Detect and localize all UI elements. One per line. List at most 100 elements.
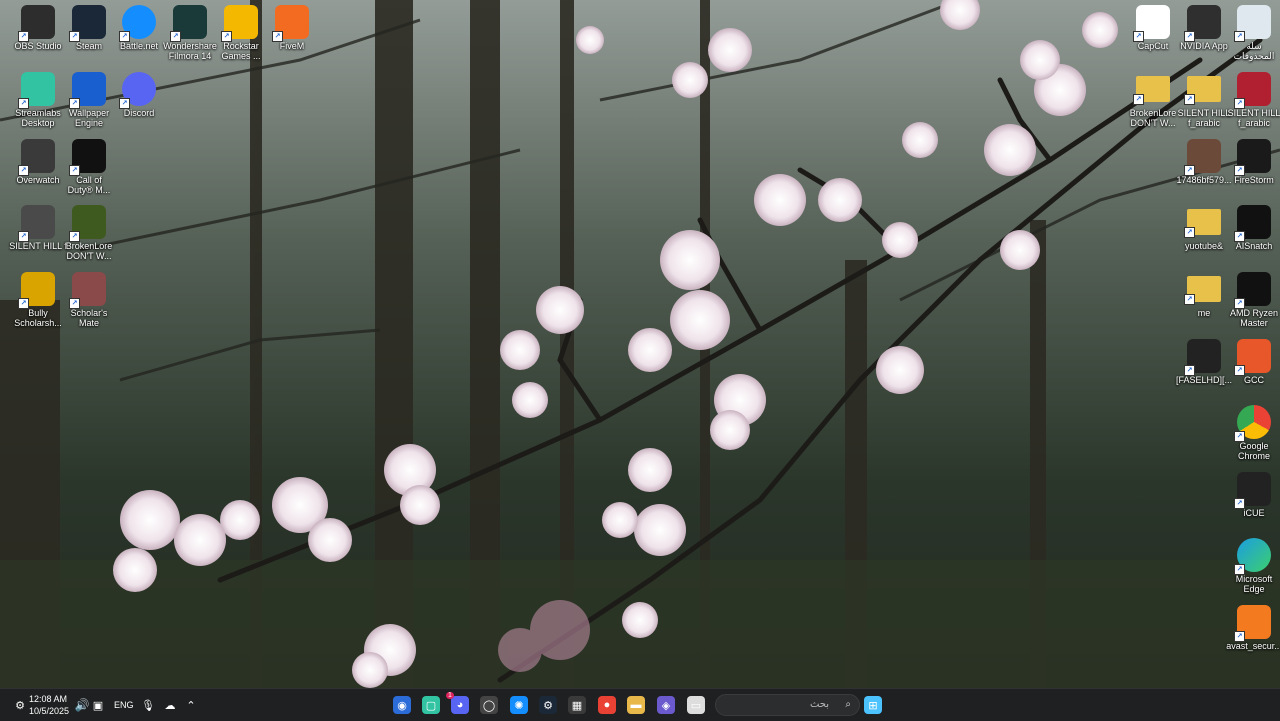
shortcut-arrow-icon: ↗ bbox=[272, 31, 283, 42]
right-icon-16[interactable]: ↗ Microsoft Edge bbox=[1225, 538, 1280, 594]
shortcut-arrow-icon: ↗ bbox=[1184, 294, 1195, 305]
left-icon-10[interactable]: ↗ Call of Duty® M... bbox=[60, 139, 118, 195]
taskbar-chrome-icon[interactable]: ● bbox=[598, 696, 616, 714]
search-placeholder: بحث bbox=[809, 699, 829, 710]
shortcut-arrow-icon: ↗ bbox=[1234, 298, 1245, 309]
icon-label: GCC bbox=[1244, 375, 1264, 385]
image-file-icon: ↗ bbox=[1184, 139, 1221, 176]
shortcut-arrow-icon: ↗ bbox=[1234, 564, 1245, 575]
shortcut-arrow-icon: ↗ bbox=[69, 31, 80, 42]
taskbar-overwatch-icon[interactable]: ◯ bbox=[480, 696, 498, 714]
icon-label: iCUE bbox=[1243, 508, 1265, 518]
nvidia-icon: ↗ bbox=[1184, 5, 1221, 42]
right-icon-5[interactable]: ↗ SILENT HILL f_arabic bbox=[1225, 72, 1280, 128]
shortcut-arrow-icon: ↗ bbox=[1234, 165, 1245, 176]
rockstar-icon: ↗ bbox=[221, 5, 258, 42]
shortcut-arrow-icon: ↗ bbox=[1234, 431, 1245, 442]
taskbar-steam-icon[interactable]: ⚙ bbox=[539, 696, 557, 714]
right-icon-2[interactable]: ↗ سلة المحذوفات bbox=[1225, 5, 1280, 61]
shortcut-arrow-icon: ↗ bbox=[69, 165, 80, 176]
filmora-icon: ↗ bbox=[170, 5, 207, 42]
shortcut-arrow-icon: ↗ bbox=[1184, 365, 1195, 376]
search-icon: ⌕ bbox=[845, 699, 851, 710]
shortcut-arrow-icon: ↗ bbox=[170, 31, 181, 42]
settings-icon[interactable]: ⚙ bbox=[10, 695, 30, 715]
shortcut-arrow-icon: ↗ bbox=[69, 98, 80, 109]
right-icon-9[interactable]: ↗ AISnatch bbox=[1225, 205, 1280, 251]
icon-label: سلة المحذوفات bbox=[1233, 41, 1275, 61]
firestorm-icon: ↗ bbox=[1234, 139, 1271, 176]
taskbar-battlenet-icon[interactable]: ✺ bbox=[510, 696, 528, 714]
taskbar-capcut-icon[interactable]: ◈ bbox=[657, 696, 675, 714]
tray-expand-chevron-icon[interactable]: ⌃ bbox=[181, 695, 201, 715]
clock-time[interactable]: 12:08 AM bbox=[29, 694, 67, 704]
right-icon-14[interactable]: ↗ Google Chrome bbox=[1225, 405, 1280, 461]
taskbar-streamlabs-icon[interactable]: ▢ bbox=[422, 696, 440, 714]
icon-label: AISnatch bbox=[1235, 241, 1273, 251]
icon-label: Google Chrome bbox=[1237, 441, 1270, 461]
shortcut-arrow-icon: ↗ bbox=[18, 165, 29, 176]
overwatch-icon: ↗ bbox=[18, 139, 55, 176]
taskbar-discord-icon[interactable]: ◕ 1 bbox=[446, 692, 469, 714]
shortcut-arrow-icon: ↗ bbox=[1184, 165, 1195, 176]
aisnatch-icon: ↗ bbox=[1234, 205, 1271, 242]
desktop-wallpaper bbox=[0, 0, 1280, 688]
avast-icon: ↗ bbox=[1234, 605, 1271, 642]
shortcut-arrow-icon: ↗ bbox=[1133, 94, 1144, 105]
icon-label: SILENT HILL f_arabic bbox=[1227, 108, 1280, 128]
shortcut-arrow-icon: ↗ bbox=[1234, 631, 1245, 642]
shortcut-arrow-icon: ↗ bbox=[119, 98, 130, 109]
icon-label: Microsoft Edge bbox=[1235, 574, 1273, 594]
clock-date[interactable]: 10/5/2025 bbox=[29, 706, 69, 716]
obs-icon: ↗ bbox=[18, 5, 55, 42]
icon-label: AMD Ryzen Master bbox=[1229, 308, 1278, 328]
folder-icon: ↗ bbox=[1184, 276, 1221, 305]
scholars-mate-icon: ↗ bbox=[69, 272, 106, 309]
edge-icon: ↗ bbox=[1234, 538, 1271, 575]
left-icon-5[interactable]: ↗ FiveM bbox=[263, 5, 321, 51]
folder-icon: ↗ bbox=[1184, 76, 1221, 105]
microphone-icon[interactable]: 🎙 bbox=[138, 695, 158, 715]
right-icon-11[interactable]: ↗ AMD Ryzen Master bbox=[1225, 272, 1280, 328]
icon-label: Call of Duty® M... bbox=[67, 175, 111, 195]
taskbar-task-view-icon[interactable]: ▭ bbox=[687, 696, 705, 714]
shortcut-arrow-icon: ↗ bbox=[18, 31, 29, 42]
taskbar-copilot-icon[interactable]: ◉ bbox=[393, 696, 411, 714]
shortcut-arrow-icon: ↗ bbox=[119, 31, 130, 42]
language-indicator[interactable]: ENG bbox=[114, 700, 134, 710]
shortcut-arrow-icon: ↗ bbox=[1234, 498, 1245, 509]
shortcut-arrow-icon: ↗ bbox=[1234, 31, 1245, 42]
icue-icon: ↗ bbox=[1234, 472, 1271, 509]
right-icon-15[interactable]: ↗ iCUE bbox=[1225, 472, 1280, 518]
onedrive-icon[interactable]: ☁ bbox=[160, 695, 180, 715]
network-icon[interactable]: ▣ bbox=[88, 695, 108, 715]
icon-label: avast_secur... bbox=[1226, 641, 1280, 651]
taskbar-file-explorer-icon[interactable]: ▬ bbox=[627, 696, 645, 714]
capcut-icon: ↗ bbox=[1133, 5, 1170, 42]
left-icon-14[interactable]: ↗ Scholar's Mate bbox=[60, 272, 118, 328]
icon-label: FireStorm bbox=[1234, 175, 1274, 185]
taskbar-windows-start-icon[interactable]: ⊞ bbox=[864, 696, 882, 714]
shortcut-arrow-icon: ↗ bbox=[1184, 227, 1195, 238]
shortcut-arrow-icon: ↗ bbox=[18, 231, 29, 242]
right-icon-17[interactable]: ↗ avast_secur... bbox=[1225, 605, 1280, 651]
steam-icon: ↗ bbox=[69, 5, 106, 42]
folder-icon: ↗ bbox=[1133, 76, 1170, 105]
icon-label: FiveM bbox=[279, 41, 305, 51]
call-of-duty-icon: ↗ bbox=[69, 139, 106, 176]
taskbar-search[interactable]: بحث ⌕ bbox=[715, 694, 860, 716]
wallpaper-engine-icon: ↗ bbox=[69, 72, 106, 109]
left-icon-8[interactable]: ↗ Discord bbox=[110, 72, 168, 118]
discord-icon: ↗ bbox=[119, 72, 156, 109]
shortcut-arrow-icon: ↗ bbox=[69, 231, 80, 242]
shortcut-arrow-icon: ↗ bbox=[221, 31, 232, 42]
right-icon-7[interactable]: ↗ FireStorm bbox=[1225, 139, 1280, 185]
brokenlore-icon: ↗ bbox=[69, 205, 106, 242]
left-icon-4[interactable]: ↗ Rockstar Games ... bbox=[212, 5, 270, 61]
streamlabs-icon: ↗ bbox=[18, 72, 55, 109]
left-icon-12[interactable]: ↗ BrokenLore DON'T W... bbox=[60, 205, 118, 261]
taskbar: ⚙ 12:08 AM 10/5/2025 🔊 ▣ ENG 🎙 ☁ ⌃ ◉ ▢ ◕ 1 ◯… bbox=[0, 688, 1280, 721]
right-icon-13[interactable]: ↗ GCC bbox=[1225, 339, 1280, 385]
taskbar-store-icon[interactable]: ▦ bbox=[568, 696, 586, 714]
gcc-icon: ↗ bbox=[1234, 339, 1271, 376]
